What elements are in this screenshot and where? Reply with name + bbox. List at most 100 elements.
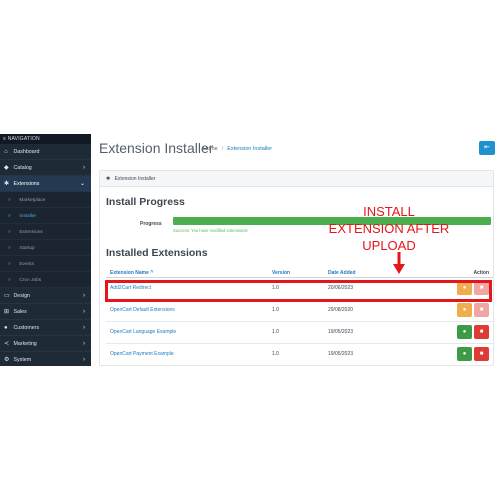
sidebar-subitem-extensions[interactable]: » Extensions — [0, 224, 91, 240]
action-cell: ● ■ — [434, 277, 493, 300]
column-header-extension-name[interactable]: Extension Name ^ — [106, 269, 268, 278]
trash-icon: ■ — [479, 285, 484, 291]
sidebar: ≡ NAVIGATION ⌂ Dashboard ◆ Catalog › ✱ E… — [0, 134, 91, 366]
sidebar-subitem-label: Installer — [19, 214, 37, 219]
sidebar-subitem-cron-jobs[interactable]: » Cron Jobs — [0, 272, 91, 288]
annotation-text: INSTALL EXTENSION AFTER UPLOAD — [322, 203, 456, 254]
sidebar-item-label: Dashboard — [13, 149, 40, 155]
extension-name-link[interactable]: OpenCart Language Example — [106, 321, 268, 344]
sidebar-subitem-label: Startup — [19, 246, 35, 251]
delete-button[interactable]: ■ — [474, 347, 489, 361]
sidebar-subitem-installer[interactable]: » Installer — [0, 208, 91, 224]
annotation-line: INSTALL — [363, 204, 415, 219]
sidebar-item-system[interactable]: ⚙ System › — [0, 352, 91, 366]
sidebar-subitem-label: Marketplace — [19, 198, 46, 203]
sidebar-item-label: Marketing — [13, 341, 37, 347]
extension-version: 1.0 — [268, 321, 324, 344]
chevron-right-icon: › — [83, 357, 85, 363]
table-row: OpenCart Payment Example 1.0 19/05/2023 … — [106, 343, 493, 366]
sidebar-item-customers[interactable]: ● Customers › — [0, 320, 91, 336]
extension-date-added: 19/05/2023 — [324, 321, 434, 344]
sidebar-item-extensions[interactable]: ✱ Extensions ⌄ — [0, 176, 91, 192]
double-chevron-icon: » — [8, 277, 11, 283]
warning-button[interactable]: ● — [457, 281, 472, 295]
trash-icon: ■ — [479, 307, 484, 313]
extension-version: 1.0 — [268, 277, 324, 300]
extension-name-link[interactable]: OpenCart Payment Example — [106, 343, 268, 366]
sidebar-item-marketing[interactable]: ≺ Marketing › — [0, 336, 91, 352]
action-cell: ● ■ — [434, 321, 493, 344]
extension-date-added: 20/06/2023 — [324, 277, 434, 300]
home-icon: ⌂ — [4, 149, 8, 155]
cart-icon: ⊞ — [4, 309, 10, 315]
back-button[interactable]: ⇤ — [479, 141, 495, 155]
installer-card: ✱ Extension Installer Install Progress P… — [99, 170, 494, 366]
card-title: Extension Installer — [114, 176, 156, 182]
column-header-date-added[interactable]: Date Added — [324, 269, 434, 278]
chevron-right-icon: › — [83, 325, 85, 331]
user-icon: ● — [4, 325, 8, 331]
install-button[interactable]: ● — [457, 325, 472, 339]
delete-button[interactable]: ■ — [474, 325, 489, 339]
extension-version: 1.0 — [268, 299, 324, 322]
extension-date-added: 19/05/2023 — [324, 343, 434, 366]
progress-success-message: Success: You have modified extensions! — [173, 228, 248, 233]
table-row: OpenCart Language Example 1.0 19/05/2023… — [106, 321, 493, 344]
circle-icon: ● — [462, 285, 467, 291]
installed-extensions-table: Extension Name ^ Version Date Added Acti… — [106, 269, 493, 366]
chevron-right-icon: › — [83, 309, 85, 315]
chevron-right-icon: › — [83, 341, 85, 347]
card-header: ✱ Extension Installer — [100, 171, 493, 187]
sidebar-item-dashboard[interactable]: ⌂ Dashboard — [0, 144, 91, 160]
sidebar-subitem-marketplace[interactable]: » Marketplace — [0, 192, 91, 208]
trash-icon: ■ — [479, 329, 484, 335]
sidebar-item-design[interactable]: ▭ Design › — [0, 288, 91, 304]
breadcrumb-separator: / — [221, 146, 224, 152]
plus-circle-icon: ● — [462, 329, 467, 335]
extension-name-link[interactable]: Add2Cart Redirect — [106, 277, 268, 300]
gear-icon: ⚙ — [4, 357, 10, 363]
table-header-row: Extension Name ^ Version Date Added Acti… — [106, 269, 493, 278]
annotation-line: UPLOAD — [362, 238, 416, 253]
progress-label: Progress — [140, 221, 162, 227]
puzzle-icon: ✱ — [4, 181, 10, 187]
back-icon: ⇤ — [484, 144, 490, 151]
column-header-version[interactable]: Version — [268, 269, 324, 278]
delete-button-disabled: ■ — [474, 281, 489, 295]
action-cell: ● ■ — [434, 343, 493, 366]
sidebar-subitem-label: Events — [19, 262, 35, 267]
annotation-arrow-icon — [393, 252, 405, 274]
breadcrumb-home-link[interactable]: Home — [203, 146, 218, 152]
extension-name-link[interactable]: OpenCart Default Extensions — [106, 299, 268, 322]
navigation-header: ≡ NAVIGATION — [0, 134, 91, 144]
sidebar-item-label: Extensions — [13, 181, 40, 187]
column-header-action: Action — [434, 269, 493, 278]
breadcrumb-current-link[interactable]: Extension Installer — [227, 146, 272, 152]
sidebar-item-sales[interactable]: ⊞ Sales › — [0, 304, 91, 320]
install-button[interactable]: ● — [457, 347, 472, 361]
sidebar-item-label: Catalog — [13, 165, 32, 171]
action-cell: ● ■ — [434, 299, 493, 322]
sidebar-subitem-events[interactable]: » Events — [0, 256, 91, 272]
double-chevron-icon: » — [8, 213, 11, 219]
plus-circle-icon: ● — [462, 351, 467, 357]
monitor-icon: ▭ — [4, 293, 10, 299]
double-chevron-icon: » — [8, 197, 11, 203]
extension-date-added: 29/08/2020 — [324, 299, 434, 322]
delete-button-disabled: ■ — [474, 303, 489, 317]
sidebar-item-catalog[interactable]: ◆ Catalog › — [0, 160, 91, 176]
sidebar-subitem-startup[interactable]: » Startup — [0, 240, 91, 256]
warning-button[interactable]: ● — [457, 303, 472, 317]
sidebar-item-label: System — [13, 357, 32, 363]
double-chevron-icon: » — [8, 229, 11, 235]
sidebar-item-label: Design — [13, 293, 30, 299]
double-chevron-icon: » — [8, 261, 11, 267]
tag-icon: ◆ — [4, 165, 9, 171]
sidebar-subitem-label: Extensions — [19, 230, 43, 235]
sidebar-item-label: Customers — [13, 325, 40, 331]
chevron-right-icon: › — [83, 293, 85, 299]
annotation-line: EXTENSION AFTER — [328, 221, 450, 236]
sidebar-subitem-label: Cron Jobs — [19, 278, 42, 283]
share-icon: ≺ — [4, 341, 10, 347]
puzzle-icon: ✱ — [106, 176, 111, 182]
